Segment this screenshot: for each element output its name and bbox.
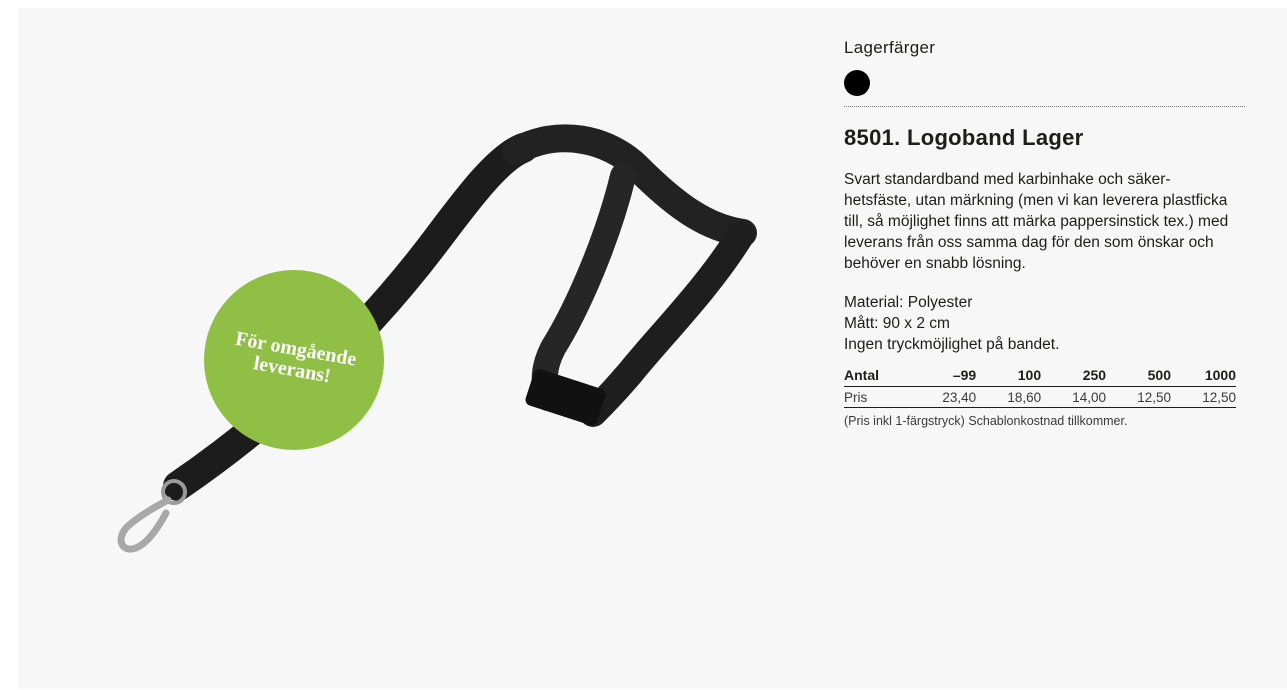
header-cell: 250 (1041, 365, 1107, 387)
product-info: Lagerfärger 8501. Logoband Lager Svart s… (844, 8, 1254, 428)
spec-size: Mått: 90 x 2 cm (844, 315, 950, 332)
price-table: Antal –99 100 250 500 1000 Pris 23,40 18… (844, 365, 1236, 408)
price-cell: 12,50 (1171, 386, 1236, 408)
color-swatch-black[interactable] (844, 70, 870, 96)
header-cell: 100 (976, 365, 1042, 387)
safety-buckle (525, 369, 606, 426)
header-cell: 500 (1106, 365, 1171, 387)
price-note: (Pris inkl 1-färgstryck) Schablonkostnad… (844, 414, 1128, 428)
spec-material: Material: Polyester (844, 294, 973, 311)
header-cell: –99 (911, 365, 977, 387)
price-cell: 12,50 (1106, 386, 1171, 408)
spec-print: Ingen tryckmöjlighet på bandet. (844, 336, 1060, 353)
product-specs: Material: Polyester Mått: 90 x 2 cm Inge… (844, 292, 1254, 355)
price-cell: 18,60 (976, 386, 1042, 408)
product-title: 8501. Logoband Lager (844, 125, 1084, 150)
stock-colors-label: Lagerfärger (844, 38, 936, 57)
delivery-badge: För omgående leverans! (204, 270, 384, 450)
carabiner-hook (117, 496, 172, 553)
price-table-header: Antal –99 100 250 500 1000 (844, 365, 1236, 387)
lanyard-strap-right (579, 222, 754, 427)
product-image: För omgående leverans! (18, 8, 808, 689)
price-cell: 14,00 (1041, 386, 1107, 408)
price-row: Pris 23,40 18,60 14,00 12,50 12,50 (844, 386, 1236, 408)
lanyard-strap-inner (531, 163, 636, 411)
header-cell: 1000 (1171, 365, 1236, 387)
product-panel: För omgående leverans! Lagerfärger 8501.… (18, 8, 1287, 689)
lanyard-illustration (117, 124, 757, 553)
price-cell: Pris (844, 386, 912, 408)
dotted-divider (844, 106, 1245, 107)
badge-text: För omgående leverans! (216, 326, 371, 393)
header-cell: Antal (844, 365, 912, 387)
product-description: Svart standardband med karbinhake och sä… (844, 171, 1229, 272)
price-cell: 23,40 (911, 386, 977, 408)
